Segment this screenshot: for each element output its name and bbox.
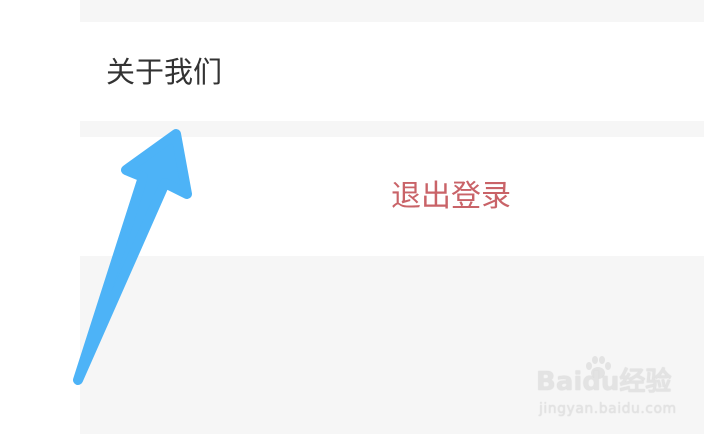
- logout-label: 退出登录: [391, 179, 511, 214]
- about-us-label: 关于我们: [106, 55, 223, 89]
- about-us-row[interactable]: 关于我们: [80, 22, 704, 121]
- baidu-jingyan-watermark: Baidu经验 jingyan.baidu.com: [536, 356, 696, 424]
- logout-button[interactable]: 退出登录: [80, 137, 704, 256]
- watermark-logo-text: Baidu经验: [536, 367, 672, 397]
- watermark-url-text: jingyan.baidu.com: [539, 401, 677, 417]
